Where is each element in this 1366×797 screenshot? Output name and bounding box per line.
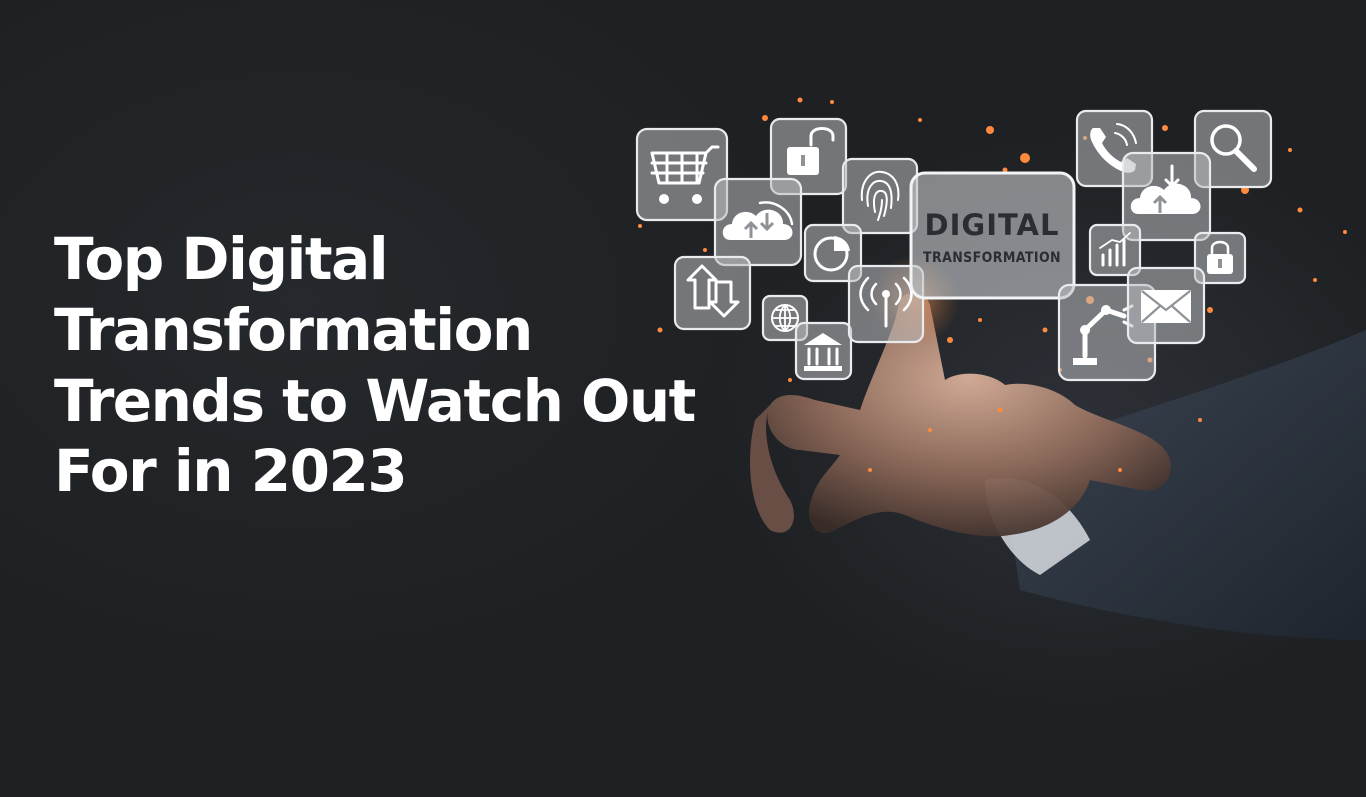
banner: DIGITAL TRANSFORMATION Top Digital Trans…: [0, 0, 1366, 797]
mail-icon: [1141, 290, 1191, 323]
mail-tile: [1126, 266, 1206, 345]
center-tile-subtitle: TRANSFORMATION: [923, 250, 1061, 266]
headline-line-4: For in 2023: [54, 437, 408, 506]
fingerprint-tile: [841, 157, 919, 235]
cloud-sync-tile: [713, 177, 803, 267]
headline-line-1: Top Digital: [54, 225, 389, 293]
digital-transformation-tile: DIGITAL TRANSFORMATION: [909, 171, 1076, 300]
globe-icon: [771, 304, 799, 332]
headline-line-2: Transformation: [54, 295, 533, 364]
cart-tile: [635, 127, 729, 222]
headline-line-3: Trends to Watch Out: [54, 366, 696, 435]
bank-tile: [794, 321, 853, 381]
center-tile-title: DIGITAL: [925, 208, 1060, 242]
bar-chart-tile: [1088, 223, 1142, 277]
headline: Top Digital Transformation Trends to Wat…: [54, 224, 714, 507]
